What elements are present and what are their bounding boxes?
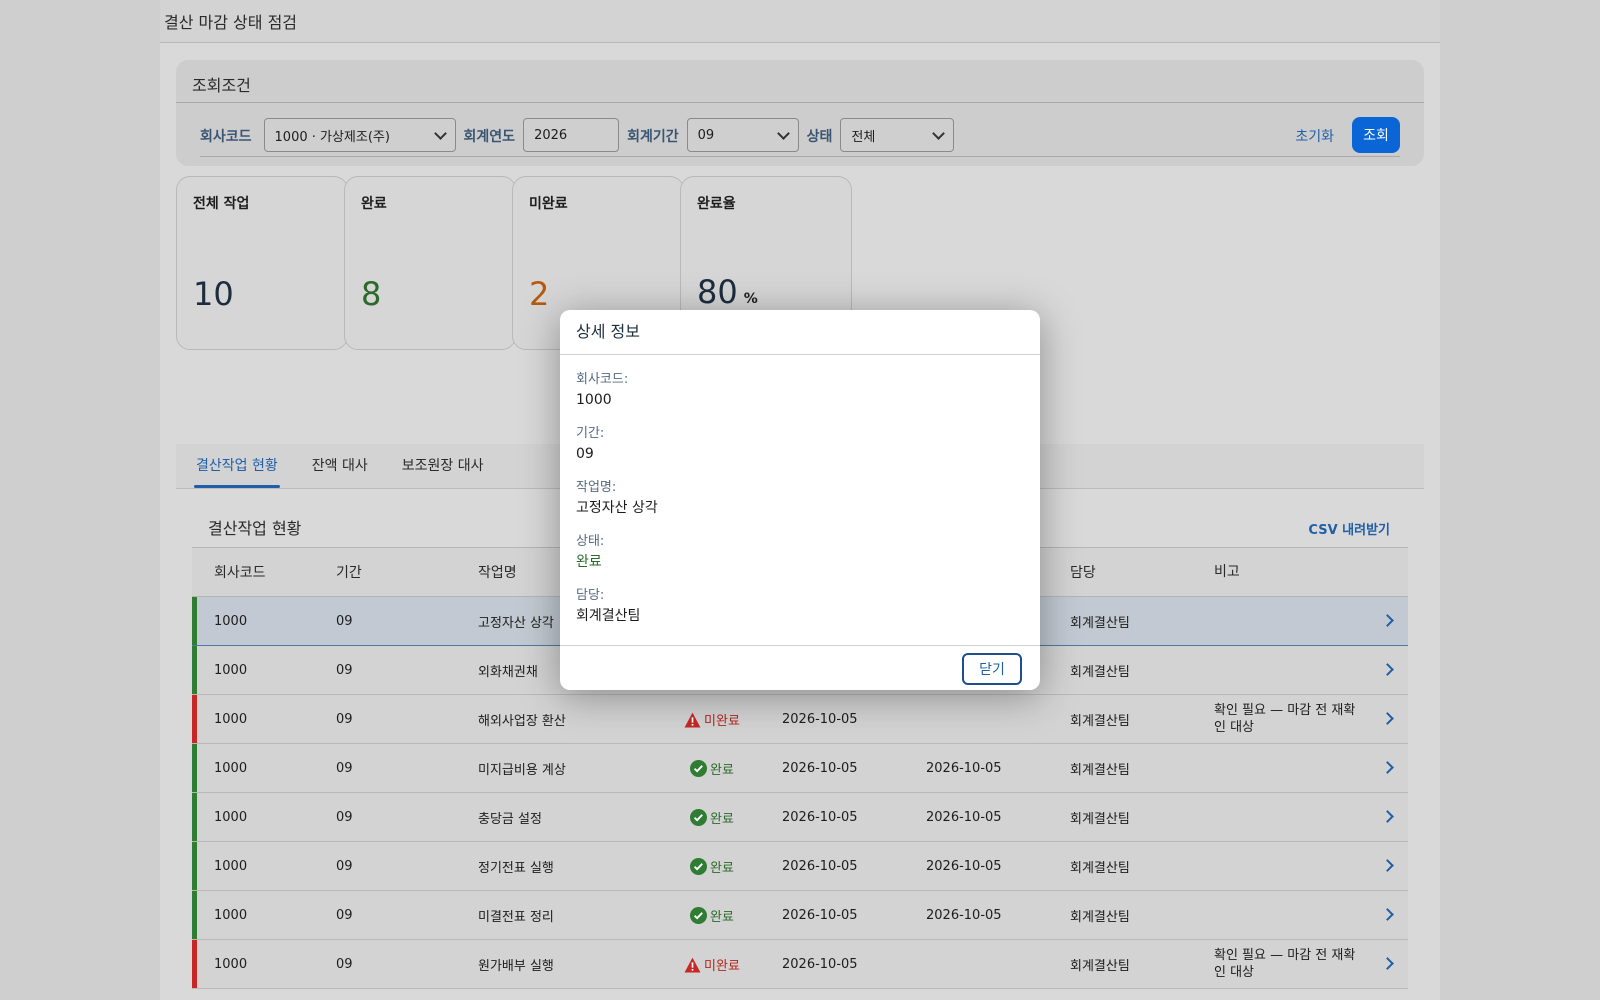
dialog-label: 상태: [576, 534, 605, 549]
dialog-field-owner: 담당: 회계결산팀 [576, 587, 1024, 627]
dialog-value: 회계결산팀 [576, 608, 641, 624]
detail-dialog: 상세 정보 회사코드: 1000 기간: 09 작업명: 고정자산 상각 상태:… [560, 310, 1040, 690]
dialog-value: 09 [576, 446, 594, 462]
dialog-label: 작업명: [576, 480, 617, 495]
dialog-field-company: 회사코드: 1000 [576, 371, 1024, 411]
dialog-label: 기간: [576, 426, 605, 441]
dialog-footer: 닫기 [560, 645, 1040, 690]
dialog-body: 회사코드: 1000 기간: 09 작업명: 고정자산 상각 상태: 완료 담당… [560, 355, 1040, 627]
close-button[interactable]: 닫기 [962, 653, 1022, 685]
dialog-field-task: 작업명: 고정자산 상각 [576, 479, 1024, 519]
dialog-field-period: 기간: 09 [576, 425, 1024, 465]
dialog-title: 상세 정보 [560, 310, 1040, 355]
dialog-field-status: 상태: 완료 [576, 533, 1024, 573]
dialog-label: 담당: [576, 588, 605, 603]
dialog-value: 완료 [576, 554, 602, 570]
dialog-label: 회사코드: [576, 372, 629, 387]
dialog-value: 1000 [576, 392, 612, 408]
dialog-value: 고정자산 상각 [576, 500, 658, 516]
